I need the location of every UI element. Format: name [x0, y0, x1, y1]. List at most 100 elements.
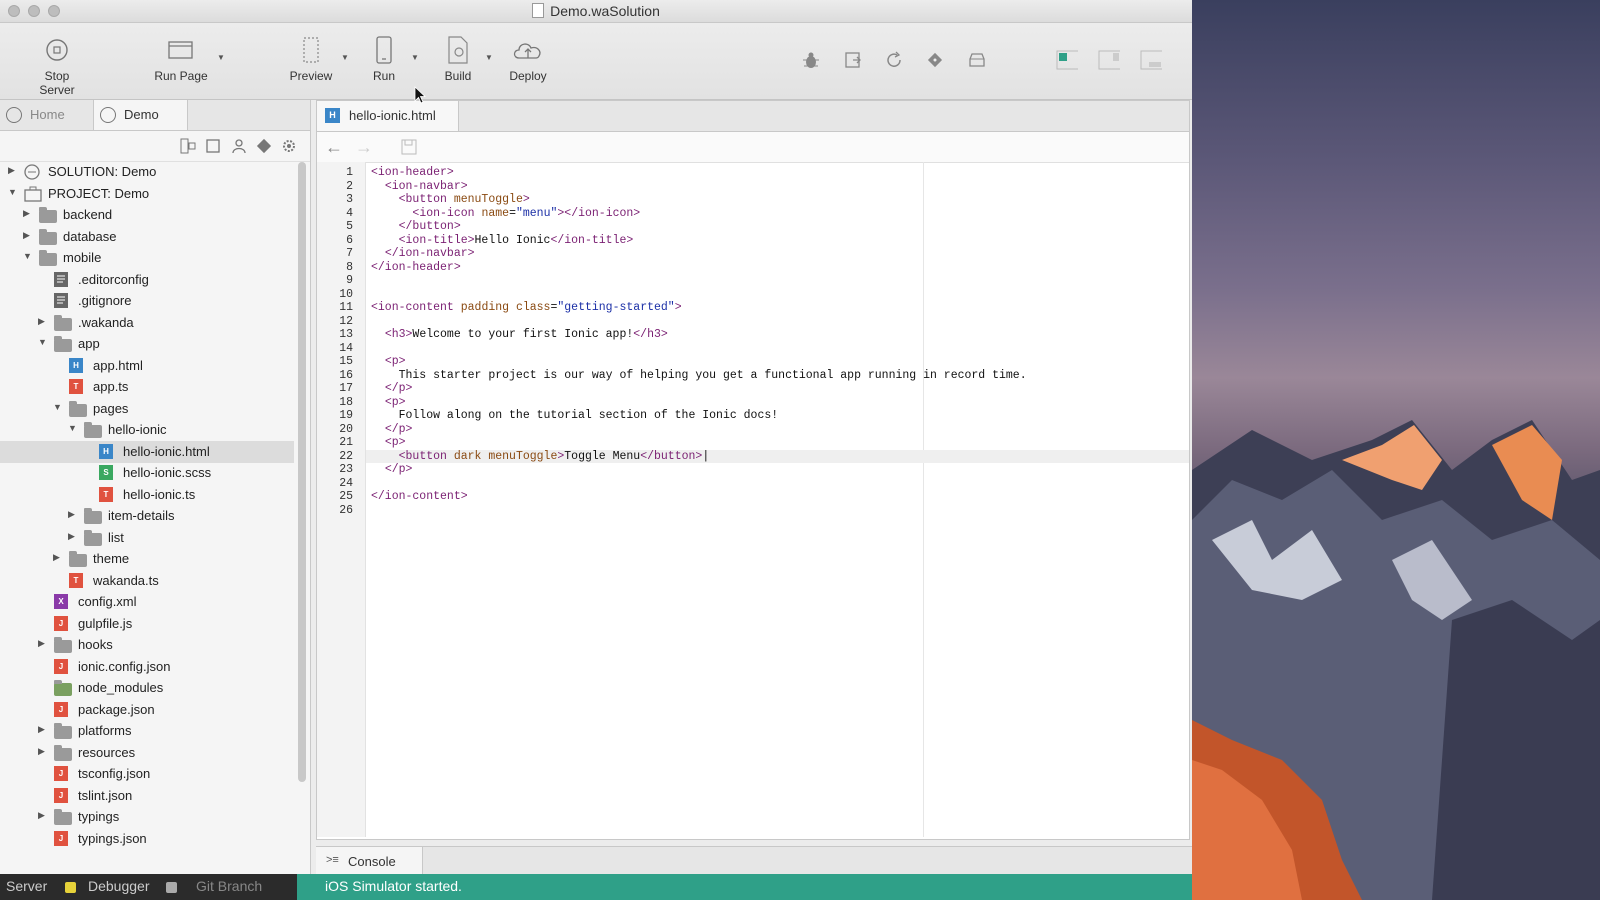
collapsed-chevron-icon[interactable]: ▶ [38, 746, 48, 757]
tree-scrollbar[interactable] [298, 162, 306, 782]
tree-item[interactable]: Jionic.config.json [0, 656, 294, 678]
code-line[interactable]: </button> [371, 220, 461, 234]
stop-server-button[interactable]: Stop Server [26, 35, 88, 97]
tree-item[interactable]: ▶ hooks [0, 634, 294, 656]
code-line[interactable]: <p> [371, 355, 406, 369]
tree-item[interactable]: ▶ theme [0, 548, 294, 570]
git-small-icon[interactable] [255, 137, 273, 155]
tree-item[interactable]: ▶ list [0, 527, 294, 549]
collapsed-chevron-icon[interactable]: ▶ [68, 531, 78, 542]
tree-item[interactable]: ▶ typings [0, 806, 294, 828]
tree-item[interactable]: ▶ SOLUTION: Demo [0, 162, 294, 183]
code-line[interactable]: <button dark menuToggle>Toggle Menu</but… [371, 450, 710, 464]
tab-home[interactable]: Home [0, 100, 94, 130]
code-line[interactable]: </ion-navbar> [371, 247, 475, 261]
tree-item[interactable]: Twakanda.ts [0, 570, 294, 592]
code-line[interactable]: <ion-title>Hello Ionic</ion-title> [371, 234, 634, 248]
tree-item[interactable]: .gitignore [0, 290, 294, 312]
frame-icon[interactable] [204, 137, 222, 155]
git-branch-status[interactable]: Git Branch [196, 878, 262, 894]
build-dropdown-icon[interactable]: ▼ [485, 53, 493, 62]
tree-item[interactable]: ▶ database [0, 226, 294, 248]
tree-item[interactable]: Happ.html [0, 355, 294, 377]
collapsed-chevron-icon[interactable]: ▶ [38, 724, 48, 735]
collapsed-chevron-icon[interactable]: ▶ [38, 316, 48, 327]
tree-item[interactable]: ▶ platforms [0, 720, 294, 742]
collapsed-chevron-icon[interactable]: ▶ [23, 208, 33, 219]
build-button[interactable]: Build [436, 35, 480, 83]
tree-item[interactable]: ▶ backend [0, 204, 294, 226]
code-line[interactable]: <p> [371, 436, 406, 450]
toggle-bottom-panel-icon[interactable] [1140, 49, 1162, 71]
expanded-chevron-icon[interactable]: ▼ [38, 337, 48, 347]
code-line[interactable]: <p> [371, 396, 406, 410]
preview-dropdown-icon[interactable]: ▼ [341, 53, 349, 62]
run-dropdown-icon[interactable]: ▼ [411, 53, 419, 62]
archive-icon[interactable] [966, 49, 988, 71]
tree-item[interactable]: ▼ PROJECT: Demo [0, 183, 294, 205]
console-tab[interactable]: >≡ Console [316, 847, 423, 875]
code-line[interactable]: <h3>Welcome to your first Ionic app!</h3… [371, 328, 668, 342]
tree-item[interactable]: Jpackage.json [0, 699, 294, 721]
toggle-left-panel-icon[interactable] [1056, 49, 1078, 71]
code-line[interactable]: </p> [371, 382, 413, 396]
git-icon[interactable] [924, 49, 946, 71]
code-line[interactable]: <button menuToggle> [371, 193, 530, 207]
code-editor[interactable]: 1 2 3 4 5 6 7 8 9 10 11 12 13 14 15 16 17 18 19 20 21 22 23 24 2… [317, 162, 1189, 837]
tree-item[interactable]: Jtsconfig.json [0, 763, 294, 785]
tree-item[interactable]: Xconfig.xml [0, 591, 294, 613]
collapsed-chevron-icon[interactable]: ▶ [38, 638, 48, 649]
tree-item[interactable]: Hhello-ionic.html [0, 440, 294, 463]
back-arrow-icon[interactable]: ← [325, 137, 343, 158]
code-line[interactable]: This starter project is our way of helpi… [371, 369, 1027, 383]
collapsed-chevron-icon[interactable]: ▶ [38, 810, 48, 821]
toggle-right-panel-icon[interactable] [1098, 49, 1120, 71]
code-line[interactable]: Follow along on the tutorial section of … [371, 409, 779, 423]
refresh-icon[interactable] [883, 49, 905, 71]
code-line[interactable]: </p> [371, 423, 413, 437]
tree-item[interactable]: ▼ mobile [0, 247, 294, 269]
tree-item[interactable]: ▼ hello-ionic [0, 419, 294, 441]
tree-item[interactable]: Jtslint.json [0, 785, 294, 807]
tree-item[interactable]: ▼ app [0, 333, 294, 355]
settings-gear-icon[interactable] [280, 137, 298, 155]
collapsed-chevron-icon[interactable]: ▶ [53, 552, 63, 563]
tree-item[interactable]: Jtypings.json [0, 828, 294, 850]
tree-item[interactable]: Thello-ionic.ts [0, 484, 294, 506]
user-icon[interactable] [230, 137, 248, 155]
tree-item[interactable]: Tapp.ts [0, 376, 294, 398]
tree-item[interactable]: .editorconfig [0, 269, 294, 291]
code-line[interactable]: <ion-icon name="menu"></ion-icon> [371, 207, 640, 221]
run-page-dropdown-icon[interactable]: ▼ [217, 53, 225, 62]
tree-item[interactable]: ▼ pages [0, 398, 294, 420]
tree-item[interactable]: ▶ resources [0, 742, 294, 764]
tree-item[interactable]: node_modules [0, 677, 294, 699]
code-line[interactable]: <ion-navbar> [371, 180, 468, 194]
deploy-button[interactable]: Deploy [506, 35, 550, 83]
code-line[interactable]: </p> [371, 463, 413, 477]
collapsed-chevron-icon[interactable]: ▶ [8, 165, 18, 176]
debug-bug-icon[interactable] [800, 49, 822, 71]
expanded-chevron-icon[interactable]: ▼ [68, 423, 78, 433]
tab-demo[interactable]: Demo [94, 100, 188, 130]
forward-arrow-icon[interactable]: → [355, 137, 373, 158]
new-file-icon[interactable] [179, 137, 197, 155]
code-line[interactable]: </ion-header> [371, 261, 461, 275]
collapsed-chevron-icon[interactable]: ▶ [68, 509, 78, 520]
expanded-chevron-icon[interactable]: ▼ [53, 402, 63, 412]
expanded-chevron-icon[interactable]: ▼ [8, 187, 18, 197]
run-button[interactable]: Run [364, 35, 404, 83]
tree-item[interactable]: ▶ .wakanda [0, 312, 294, 334]
expanded-chevron-icon[interactable]: ▼ [23, 251, 33, 261]
run-page-button[interactable]: Run Page [150, 35, 212, 83]
tree-item[interactable]: Jgulpfile.js [0, 613, 294, 635]
collapsed-chevron-icon[interactable]: ▶ [23, 230, 33, 241]
code-line[interactable]: <ion-content padding class="getting-star… [371, 301, 682, 315]
server-status[interactable]: Server [6, 878, 47, 894]
code-line[interactable]: <ion-header> [371, 166, 454, 180]
editor-tab-hello-ionic-html[interactable]: H hello-ionic.html [317, 101, 459, 131]
tree-item[interactable]: ▶ item-details [0, 505, 294, 527]
export-icon[interactable] [842, 49, 864, 71]
save-icon[interactable] [401, 139, 417, 160]
tree-item[interactable]: Shello-ionic.scss [0, 462, 294, 484]
